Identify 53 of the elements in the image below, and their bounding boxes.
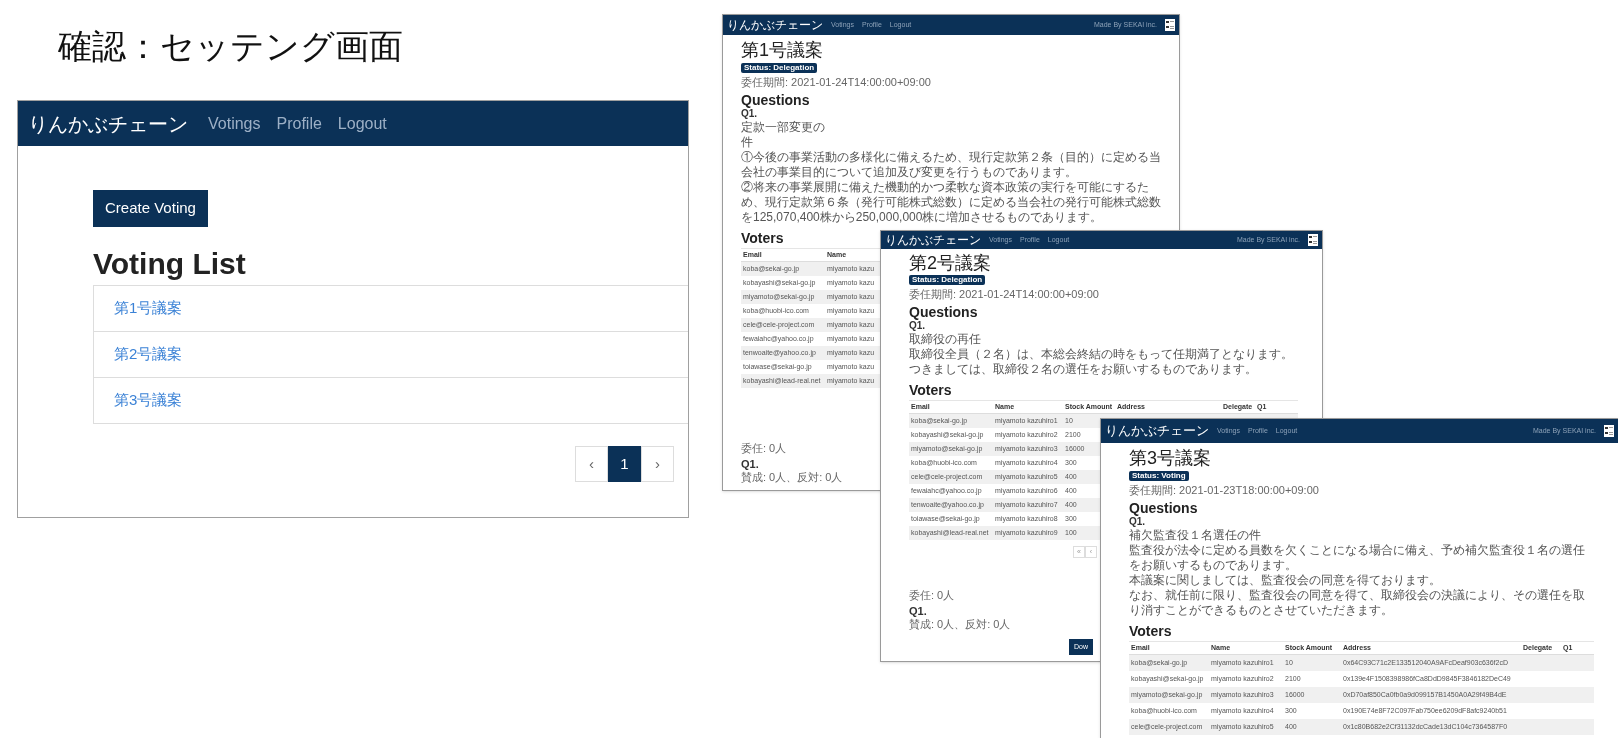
brand-logo-text[interactable]: りんかぶチェーン: [1105, 421, 1209, 441]
question-text: 監査役が法令に定める員数を欠くことになる場合に備え、予め補欠監査役１名の選任をお願いするものであります。: [1129, 543, 1586, 573]
voting-list-item[interactable]: 第2号議案: [94, 332, 688, 378]
question-label: Q1.: [909, 605, 927, 618]
voters-heading: Voters: [909, 382, 952, 398]
question-text: 件: [741, 135, 753, 150]
proposal-title: 第2号議案: [909, 253, 991, 273]
voting-list-heading: Voting List: [93, 246, 247, 282]
brand-logo-text[interactable]: りんかぶチェーン: [885, 231, 981, 249]
question-text: 補欠監査役１名選任の件: [1129, 528, 1261, 543]
question-text: 取締役全員（２名）は、本総会終結の時をもって任期満了となります。つきましては、取締役２名の選任をお願いするものであります。: [909, 347, 1294, 377]
voting-list-item[interactable]: 第1号議案: [94, 286, 688, 332]
question-text: ①今後の事業活動の多様化に備えるため、現行定款第２条（目的）に定める当会社の事業目的について追加及び変更を行うものであります。: [741, 150, 1162, 180]
brand-logo-text[interactable]: りんかぶチェーン: [727, 16, 823, 34]
question-text: 本議案に関しましては、監査役会の同意を得ております。: [1129, 573, 1441, 588]
delegation-count: 委任: 0人: [909, 589, 955, 602]
question-label: Q1.: [741, 108, 758, 120]
proposal-title: 第1号議案: [741, 39, 823, 61]
question-text: 定款一部変更の: [741, 120, 825, 135]
questions-heading: Questions: [1129, 500, 1198, 516]
delegation-count: 委任: 0人: [741, 442, 787, 455]
voters-heading: Voters: [741, 230, 784, 246]
vote-tally: 賛成: 0人、反対: 0人: [741, 471, 843, 484]
questions-heading: Questions: [909, 304, 978, 320]
document-icon: [1165, 19, 1175, 31]
document-icon: [1308, 234, 1318, 246]
nav-link[interactable]: Profile: [276, 111, 322, 136]
status-badge: Status: Delegation: [741, 63, 818, 73]
period-text: 委任期間: 2021-01-24T14:00:00+09:00: [741, 76, 931, 89]
pagination-button[interactable]: ‹: [575, 446, 608, 482]
pagination-button[interactable]: 1: [608, 446, 641, 482]
status-badge: Status: Voting: [1129, 471, 1189, 481]
voters-heading: Voters: [1129, 623, 1172, 639]
nav-link[interactable]: Logout: [337, 111, 387, 136]
question-label: Q1.: [741, 458, 759, 471]
question-text: なお、就任前に限り、監査役会の同意を得て、取締役会の決議により、その選任を取り消すことができるものとさせていただきます。: [1129, 588, 1586, 618]
questions-heading: Questions: [741, 92, 810, 108]
period-text: 委任期間: 2021-01-23T18:00:00+09:00: [1129, 484, 1319, 497]
pagination-button[interactable]: ›: [641, 446, 674, 482]
question-label: Q1.: [1129, 516, 1146, 528]
question-text: ②将来の事業展開に備えた機動的かつ柔軟な資本政策の実行を可能にするため、現行定款第６条（発行可能株式総数）に定める当会社の発行可能株式総数を125,070,400株から250,000,000株に増加させるものであります。: [741, 180, 1162, 225]
voting-list-item[interactable]: 第3号議案: [94, 378, 688, 424]
document-icon: [1604, 425, 1614, 437]
vote-tally: 賛成: 0人、反対: 0人: [909, 618, 1011, 631]
proposal-title: 第3号議案: [1129, 447, 1211, 469]
question-label: Q1.: [909, 320, 926, 332]
brand-logo-text[interactable]: りんかぶチェーン: [28, 108, 188, 139]
slide-title: 確認：セッテング画面: [58, 26, 403, 67]
create-voting-button[interactable]: Create Voting: [93, 190, 208, 227]
status-badge: Status: Delegation: [909, 275, 986, 285]
period-text: 委任期間: 2021-01-24T14:00:00+09:00: [909, 288, 1099, 301]
nav-link[interactable]: Votings: [208, 111, 261, 136]
question-text: 取締役の再任: [909, 332, 981, 347]
